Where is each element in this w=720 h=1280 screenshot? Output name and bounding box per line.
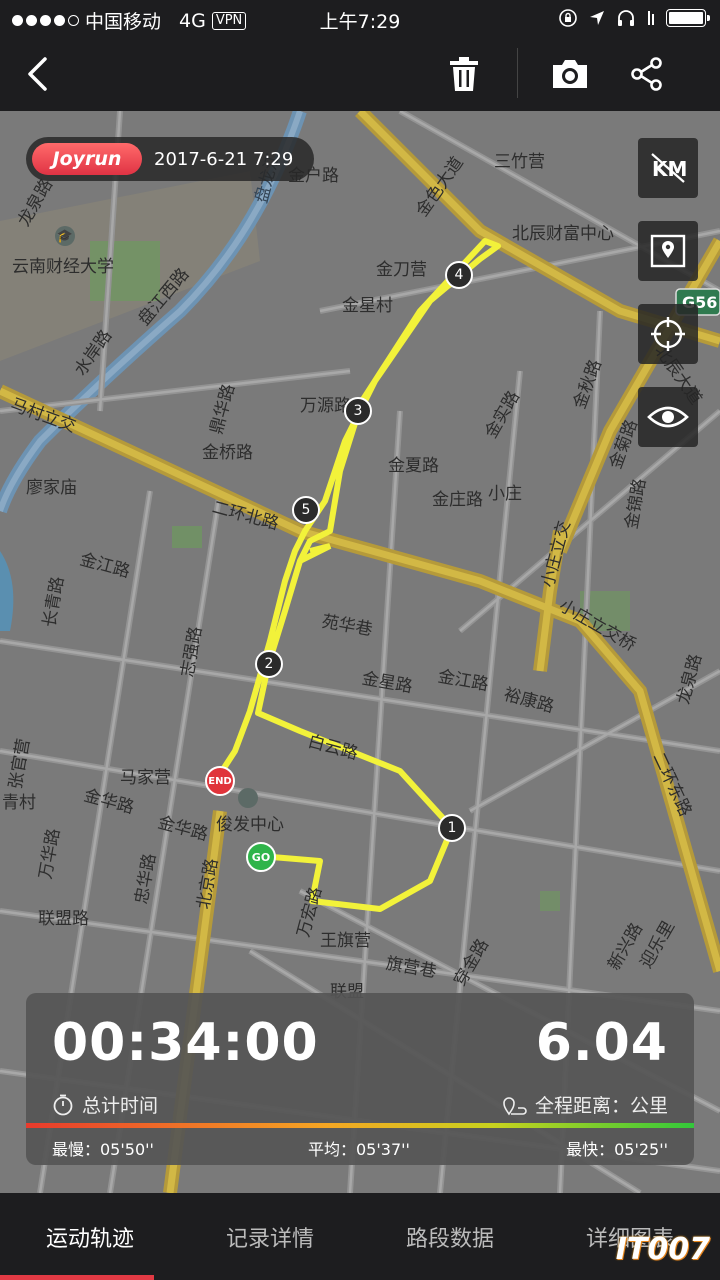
pace-gradient-bar [26,1123,694,1128]
route-distance-icon [503,1096,527,1115]
camera-button[interactable] [540,36,600,111]
watermark: IT007 [615,1232,710,1267]
location-arrow-icon [590,11,604,25]
building-poi-icon [238,788,258,808]
run-date-badge: Joyrun 2017-6-21 7:29 [26,137,314,181]
alarm-icon [648,11,654,25]
route-map[interactable]: G56 龙泉路 云南财经大学 盘江西路 金户路 盘龙江 金色大道 三竹营 北辰财… [0,111,720,1193]
map-pin-icon [650,234,686,268]
eye-icon [647,406,689,428]
map-label: 青村 [2,793,36,813]
map-label: 金夏路 [388,456,439,476]
km-marker-1[interactable]: 1 [438,814,466,842]
end-marker[interactable]: END [205,766,235,796]
km-marker-2[interactable]: 2 [255,650,283,678]
map-label: 云南财经大学 [12,257,114,277]
tab-record-details[interactable]: 记录详情 [180,1193,360,1280]
headphones-icon [618,10,634,26]
stopwatch-icon [53,1094,73,1115]
duration-label: 总计时间 [82,1095,159,1117]
tab-track[interactable]: 运动轨迹 [0,1193,180,1280]
map-label: 马家营 [120,768,171,788]
tab-segment-data[interactable]: 路段数据 [360,1193,540,1280]
map-label: 小庄 [488,484,522,504]
map-label: 俊发中心 [216,815,284,835]
km-marker-4[interactable]: 4 [445,261,473,289]
status-bar: 中国移动 4G VPN 上午7:29 [0,0,720,36]
duration-value: 00:34:00 [52,1013,319,1073]
chevron-left-icon [28,56,47,91]
average-pace: 平均：05'37'' [308,1140,410,1159]
share-button[interactable] [617,36,677,111]
top-toolbar [0,36,720,111]
distance-caption: 全程距离：公里 [503,1091,668,1118]
map-label: 王旗营 [320,931,371,951]
trash-icon [450,56,478,91]
rotation-lock-icon [559,9,577,27]
run-stats-panel: 00:34:00 6.04 总计时间 全程距离：公里 最慢：05'50'' 平均… [26,993,694,1165]
km-marker-5[interactable]: 5 [292,496,320,524]
back-button[interactable] [8,36,68,111]
distance-value: 6.04 [535,1013,668,1073]
joyrun-logo: Joyrun [32,143,142,175]
locate-button[interactable] [638,304,698,364]
slowest-pace: 最慢：05'50'' [52,1140,154,1159]
locate-icon [651,317,685,351]
map-type-button[interactable] [638,221,698,281]
fastest-pace: 最快：05'25'' [566,1140,668,1159]
map-label: 联盟路 [38,909,89,929]
duration-caption: 总计时间 [52,1091,158,1118]
map-label: 金桥路 [202,443,253,463]
map-label: 北辰财富中心 [512,224,614,244]
delete-button[interactable] [434,36,494,111]
km-toggle-button[interactable]: KM [638,138,698,198]
km-toggle-icon: KM [651,153,687,183]
map-label: 金星村 [342,296,393,316]
battery-icon [666,9,710,27]
school-poi-icon: 🎓 [55,226,75,246]
share-icon [631,56,662,91]
km-marker-3[interactable]: 3 [344,397,372,425]
map-label: 金庄路 [432,490,483,510]
map-label: 金刀营 [376,260,427,280]
run-date: 2017-6-21 7:29 [154,148,294,170]
map-label: 三竹营 [494,152,545,172]
map-label: 廖家庙 [26,478,77,498]
start-marker[interactable]: GO [246,842,276,872]
bottom-tab-bar: 运动轨迹 记录详情 路段数据 详细图表 [0,1193,720,1280]
visibility-button[interactable] [638,387,698,447]
distance-label: 全程距离：公里 [534,1095,668,1117]
camera-icon [553,59,587,88]
toolbar-divider [517,48,518,98]
